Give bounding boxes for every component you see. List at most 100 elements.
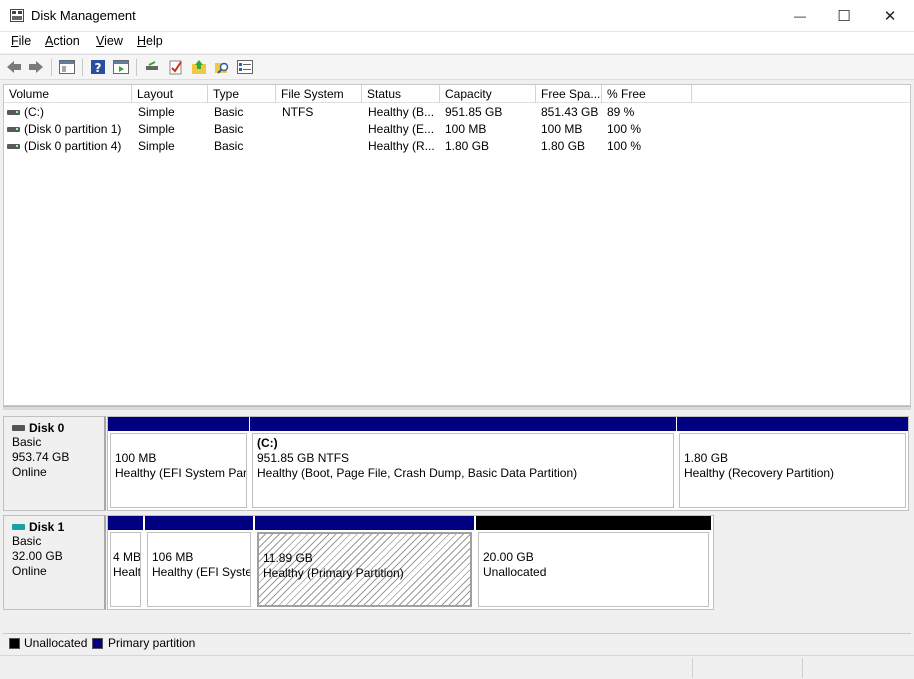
unallocated-block[interactable]: 20.00 GB Unallocated — [476, 516, 711, 609]
disk-type: Basic — [12, 435, 42, 449]
back-button[interactable] — [5, 58, 23, 76]
cell-capacity: 1.80 GB — [445, 139, 490, 153]
minimize-button[interactable]: — — [777, 0, 823, 31]
partition-status: Healthy (EFI System Partition) — [115, 466, 247, 480]
disk-state: Online — [12, 564, 47, 578]
partition-label — [483, 535, 704, 550]
column-header-layout[interactable]: Layout — [132, 85, 208, 103]
cell-percent-free: 89 % — [607, 105, 635, 119]
toolbar-separator — [82, 59, 83, 76]
partition-label: (C:) — [257, 436, 278, 450]
title-bar: Disk Management — ☐ ✕ — [0, 0, 914, 32]
column-header-volume[interactable]: Volume — [4, 85, 132, 103]
disk-name: Disk 0 — [29, 420, 65, 435]
column-header-status[interactable]: Status — [362, 85, 440, 103]
partition-label — [152, 535, 246, 550]
toolbar: ? — [0, 54, 914, 80]
column-header-percent-free[interactable]: % Free — [602, 85, 692, 103]
table-row[interactable]: (Disk 0 partition 1) Simple Basic Health… — [4, 121, 910, 138]
status-pane — [692, 658, 802, 678]
forward-icon — [29, 61, 43, 73]
forward-button[interactable] — [27, 58, 45, 76]
table-row[interactable]: (C:) Simple Basic NTFS Healthy (B... 951… — [4, 104, 910, 121]
properties-button[interactable] — [236, 58, 254, 76]
column-header-free-space[interactable]: Free Spa... — [536, 85, 602, 103]
disk-0-label[interactable]: Disk 0 Basic 953.74 GB Online — [3, 416, 106, 511]
column-header-capacity[interactable]: Capacity — [440, 85, 536, 103]
menu-action[interactable]: Action — [45, 34, 80, 48]
search-folder-button[interactable] — [213, 58, 231, 76]
checklist-button[interactable] — [167, 58, 185, 76]
cell-free-space: 1.80 GB — [541, 139, 586, 153]
partition-label — [263, 536, 466, 551]
show-hide-console-tree-icon — [59, 60, 75, 74]
menu-help[interactable]: Help — [137, 34, 163, 48]
help-button[interactable]: ? — [89, 58, 107, 76]
column-header-type[interactable]: Type — [208, 85, 276, 103]
partition-type-bar — [255, 516, 474, 530]
partition-block[interactable]: (C:) 951.85 GB NTFS Healthy (Boot, Page … — [250, 417, 676, 510]
disk-1-label[interactable]: Disk 1 Basic 32.00 GB Online — [3, 515, 106, 610]
legend-swatch-primary — [92, 638, 103, 649]
drive-icon — [7, 127, 20, 132]
disk-name: Disk 1 — [29, 519, 65, 534]
connect-drive-button[interactable] — [143, 58, 161, 76]
cell-percent-free: 100 % — [607, 122, 642, 136]
partition-details: 106 MB Healthy (EFI System Partition) — [147, 532, 251, 607]
partition-size: 11.89 GB — [263, 551, 313, 565]
table-row[interactable]: (Disk 0 partition 4) Simple Basic Health… — [4, 138, 910, 155]
partition-label — [115, 436, 242, 451]
partition-status: Unallocated — [483, 565, 547, 579]
disk-1-partition-area: 4 MB Healthy 106 MB Healthy (EFI System … — [107, 515, 714, 610]
partition-label — [684, 436, 901, 451]
cell-file-system — [282, 138, 362, 155]
cell-status: Healthy (E... — [368, 122, 435, 136]
partition-size: 1.80 GB — [684, 451, 729, 465]
maximize-button[interactable]: ☐ — [821, 0, 867, 31]
maximize-icon: ☐ — [837, 7, 851, 25]
column-header-file-system[interactable]: File System — [276, 85, 362, 103]
cell-layout: Simple — [138, 105, 175, 119]
disk-0-partition-area: 100 MB Healthy (EFI System Partition) (C… — [107, 416, 909, 511]
partition-label — [113, 535, 138, 550]
window-title: Disk Management — [31, 8, 136, 23]
disk-type: Basic — [12, 534, 42, 548]
close-button[interactable]: ✕ — [867, 0, 913, 31]
cell-volume: (Disk 0 partition 1) — [24, 122, 122, 136]
partition-type-bar — [108, 516, 143, 530]
cell-status: Healthy (B... — [368, 105, 435, 119]
partition-block[interactable]: 4 MB Healthy — [108, 516, 143, 609]
cell-free-space: 100 MB — [541, 122, 583, 136]
folder-up-icon — [192, 60, 206, 74]
cell-percent-free: 100 % — [607, 139, 642, 153]
partition-block[interactable]: 100 MB Healthy (EFI System Partition) — [108, 417, 249, 510]
status-pane — [802, 658, 912, 678]
folder-up-button[interactable] — [190, 58, 208, 76]
legend-label-unallocated: Unallocated — [24, 636, 88, 650]
partition-status: Healthy (Primary Partition) — [263, 566, 404, 580]
partition-block[interactable]: 1.80 GB Healthy (Recovery Partition) — [677, 417, 908, 510]
drive-icon — [7, 144, 20, 149]
properties-icon — [237, 60, 253, 74]
disk-graphical-view: Disk 0 Basic 953.74 GB Online 100 MB Hea… — [3, 410, 911, 632]
partition-type-bar — [476, 516, 711, 530]
close-icon: ✕ — [883, 7, 897, 25]
menu-file[interactable]: File — [11, 34, 31, 48]
partition-size: 4 MB — [113, 550, 141, 564]
svg-text:?: ? — [95, 61, 102, 75]
partition-block[interactable]: 106 MB Healthy (EFI System Partition) — [145, 516, 253, 609]
checklist-icon — [169, 60, 182, 75]
cell-status: Healthy (R... — [368, 139, 435, 153]
search-folder-icon — [215, 62, 229, 74]
partition-size: 106 MB — [152, 550, 194, 564]
legend-swatch-unallocated — [9, 638, 20, 649]
cell-capacity: 951.85 GB — [445, 105, 503, 119]
partition-size: 20.00 GB — [483, 550, 534, 564]
partition-block-selected[interactable]: 11.89 GB Healthy (Primary Partition) — [255, 516, 474, 609]
show-hide-console-tree-button[interactable] — [58, 58, 76, 76]
show-action-pane-button[interactable] — [112, 58, 130, 76]
menu-view[interactable]: View — [96, 34, 123, 48]
show-action-pane-icon — [113, 60, 129, 74]
cell-type: Basic — [214, 105, 244, 119]
legend: Unallocated Primary partition — [3, 633, 911, 653]
